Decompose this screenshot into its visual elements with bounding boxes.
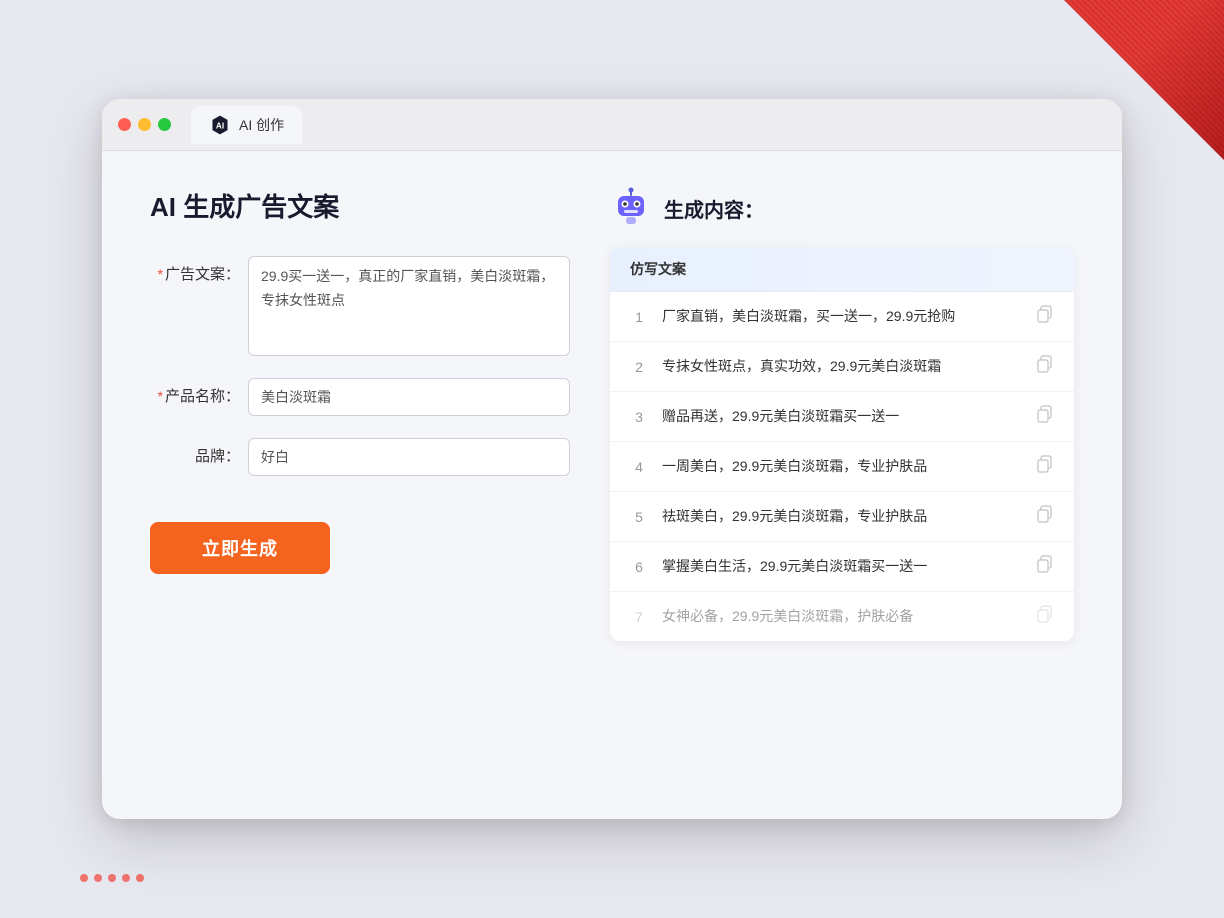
brand-group: 品牌： <box>150 438 570 476</box>
result-row-4: 4 一周美白，29.9元美白淡斑霜，专业护肤品 <box>610 442 1074 492</box>
result-text-4: 一周美白，29.9元美白淡斑霜，专业护肤品 <box>662 456 1022 477</box>
product-name-group: *产品名称： <box>150 378 570 416</box>
result-row-7: 7 女神必备，29.9元美白淡斑霜，护肤必备 <box>610 592 1074 641</box>
results-column-header: 仿写文案 <box>610 247 1074 292</box>
brand-input[interactable] <box>248 438 570 476</box>
result-text-5: 祛斑美白，29.9元美白淡斑霜，专业护肤品 <box>662 506 1022 527</box>
result-num-7: 7 <box>630 609 648 625</box>
result-num-1: 1 <box>630 309 648 325</box>
result-row-5: 5 祛斑美白，29.9元美白淡斑霜，专业护肤品 <box>610 492 1074 542</box>
close-button[interactable] <box>118 118 131 131</box>
dot-1 <box>80 874 88 882</box>
dot-3 <box>108 874 116 882</box>
tab-ai-creation[interactable]: AI AI 创作 <box>191 106 302 144</box>
result-text-6: 掌握美白生活，29.9元美白淡斑霜买一送一 <box>662 556 1022 577</box>
product-name-label: *产品名称： <box>150 378 240 407</box>
required-star-1: * <box>158 266 163 282</box>
dot-4 <box>122 874 130 882</box>
results-container: 仿写文案 1 厂家直销，美白淡斑霜，买一送一，29.9元抢购 2 专抹女性斑点，真实… <box>610 247 1074 641</box>
results-list: 1 厂家直销，美白淡斑霜，买一送一，29.9元抢购 2 专抹女性斑点，真实功效，29… <box>610 292 1074 641</box>
product-name-input[interactable] <box>248 378 570 416</box>
result-text-2: 专抹女性斑点，真实功效，29.9元美白淡斑霜 <box>662 356 1022 377</box>
generate-button[interactable]: 立即生成 <box>150 522 330 574</box>
bottom-decoration <box>80 858 200 898</box>
ad-copy-group: *广告文案： <box>150 256 570 356</box>
result-num-4: 4 <box>630 459 648 475</box>
required-star-2: * <box>158 388 163 404</box>
result-text-3: 赠品再送，29.9元美白淡斑霜买一送一 <box>662 406 1022 427</box>
copy-icon-7[interactable] <box>1036 605 1054 628</box>
copy-icon-4[interactable] <box>1036 455 1054 478</box>
minimize-button[interactable] <box>138 118 151 131</box>
result-num-5: 5 <box>630 509 648 525</box>
ai-tab-icon: AI <box>209 114 231 136</box>
traffic-lights <box>118 118 171 131</box>
copy-icon-2[interactable] <box>1036 355 1054 378</box>
left-panel: AI 生成广告文案 *广告文案： *产品名称： 品牌： 立 <box>150 187 570 783</box>
result-row-6: 6 掌握美白生活，29.9元美白淡斑霜买一送一 <box>610 542 1074 592</box>
result-row-3: 3 赠品再送，29.9元美白淡斑霜买一送一 <box>610 392 1074 442</box>
brand-label: 品牌： <box>150 438 240 467</box>
page-title: AI 生成广告文案 <box>150 187 570 224</box>
result-num-2: 2 <box>630 359 648 375</box>
result-num-3: 3 <box>630 409 648 425</box>
robot-icon <box>610 187 652 229</box>
dot-5 <box>136 874 144 882</box>
copy-icon-6[interactable] <box>1036 555 1054 578</box>
result-text-7: 女神必备，29.9元美白淡斑霜，护肤必备 <box>662 606 1022 627</box>
result-row-1: 1 厂家直销，美白淡斑霜，买一送一，29.9元抢购 <box>610 292 1074 342</box>
svg-text:AI: AI <box>216 121 224 130</box>
copy-icon-5[interactable] <box>1036 505 1054 528</box>
results-title: 生成内容： <box>664 194 764 223</box>
copy-icon-1[interactable] <box>1036 305 1054 328</box>
maximize-button[interactable] <box>158 118 171 131</box>
result-num-6: 6 <box>630 559 648 575</box>
right-panel: 生成内容： 仿写文案 1 厂家直销，美白淡斑霜，买一送一，29.9元抢购 2 专抹女… <box>610 187 1074 783</box>
tab-label: AI 创作 <box>239 115 284 135</box>
main-content: AI 生成广告文案 *广告文案： *产品名称： 品牌： 立 <box>102 151 1122 819</box>
copy-icon-3[interactable] <box>1036 405 1054 428</box>
browser-window: AI AI 创作 AI 生成广告文案 *广告文案： *产品名称： <box>102 99 1122 819</box>
dot-2 <box>94 874 102 882</box>
ad-copy-label: *广告文案： <box>150 256 240 285</box>
result-row-2: 2 专抹女性斑点，真实功效，29.9元美白淡斑霜 <box>610 342 1074 392</box>
ad-copy-input[interactable] <box>248 256 570 356</box>
title-bar: AI AI 创作 <box>102 99 1122 151</box>
right-header: 生成内容： <box>610 187 1074 229</box>
result-text-1: 厂家直销，美白淡斑霜，买一送一，29.9元抢购 <box>662 306 1022 327</box>
